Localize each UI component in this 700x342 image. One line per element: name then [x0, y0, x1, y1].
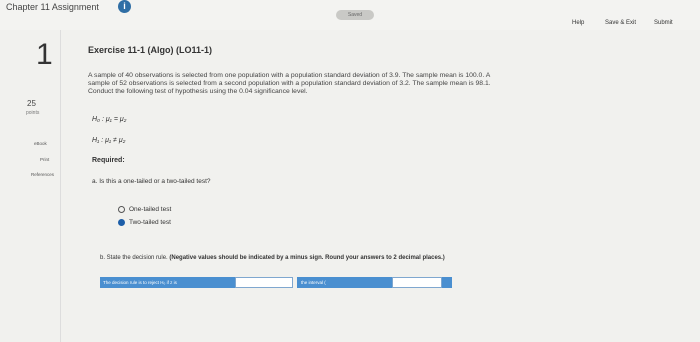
references-link[interactable]: References: [31, 172, 54, 177]
top-bar: Chapter 11 Assignment i Saved Help Save …: [0, 0, 700, 30]
save-exit-button[interactable]: Save & Exit: [605, 20, 636, 26]
radio-button[interactable]: [118, 206, 125, 213]
question-sidebar: [0, 30, 61, 342]
decision-rule-dropdown[interactable]: [235, 277, 293, 288]
problem-statement: A sample of 40 observations is selected …: [88, 72, 628, 96]
alternative-hypothesis: H₁ : μ₁ ≠ μ₂: [92, 137, 126, 144]
info-icon[interactable]: i: [118, 0, 131, 13]
question-b: b. State the decision rule. (Negative va…: [100, 255, 445, 261]
points-value: 25: [27, 99, 36, 108]
print-link[interactable]: Print: [40, 157, 49, 162]
saved-badge: Saved: [336, 10, 374, 20]
option-two-tailed[interactable]: Two-tailed test: [118, 219, 171, 226]
interval-input[interactable]: [392, 277, 442, 288]
question-b-prefix: b. State the decision rule.: [100, 255, 168, 261]
required-label: Required:: [92, 157, 125, 164]
question-a: a. Is this a one-tailed or a two-tailed …: [92, 178, 211, 185]
submit-button[interactable]: Submit: [654, 20, 673, 26]
problem-line: A sample of 40 observations is selected …: [88, 72, 491, 79]
question-number: 1: [36, 38, 53, 71]
option-label: Two-tailed test: [129, 219, 171, 226]
ebook-link[interactable]: eBook: [34, 141, 47, 146]
question-b-instructions: (Negative values should be indicated by …: [169, 255, 445, 261]
interval-label: the interval (: [297, 277, 392, 288]
decision-rule-row: The decision rule is to reject H₀ if z i…: [100, 277, 458, 288]
option-label: One-tailed test: [129, 206, 172, 213]
option-one-tailed[interactable]: One-tailed test: [118, 206, 171, 213]
points-label: points: [26, 110, 40, 116]
null-hypothesis: H₀ : μ₁ = μ₂: [92, 116, 127, 123]
problem-line: Conduct the following test of hypothesis…: [88, 88, 308, 95]
help-link[interactable]: Help: [572, 20, 584, 26]
interval-end-cap: [442, 277, 452, 288]
chapter-title: Chapter 11 Assignment: [6, 2, 99, 12]
exercise-title: Exercise 11-1 (Algo) (LO11-1): [88, 45, 213, 55]
decision-rule-label: The decision rule is to reject H₀ if z i…: [100, 277, 235, 288]
problem-line: sample of 52 observations is selected fr…: [88, 80, 491, 87]
radio-button-selected[interactable]: [118, 219, 125, 226]
